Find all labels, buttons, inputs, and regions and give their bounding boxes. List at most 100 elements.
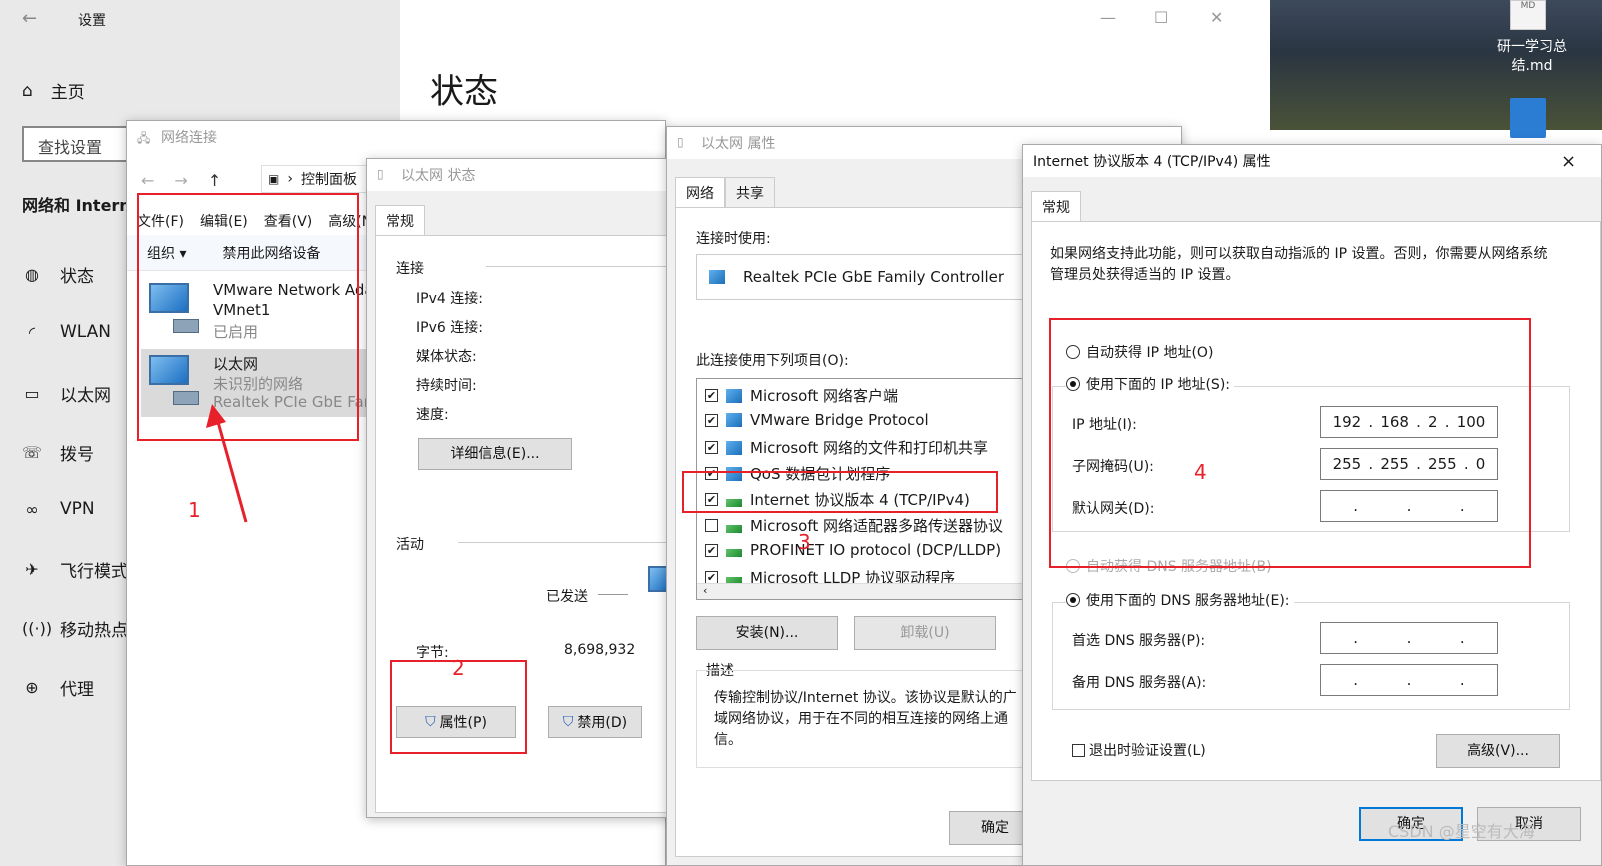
- watermark: CSDN @星空有大海: [1388, 822, 1535, 841]
- sent-label: 已发送: [546, 589, 588, 605]
- ethernet-icon: ▯: [377, 167, 384, 181]
- tab-general[interactable]: 常规: [375, 205, 425, 236]
- preferred-dns-field[interactable]: ...: [1320, 622, 1498, 654]
- checkbox[interactable]: ✔: [705, 441, 718, 454]
- window-title: 以太网 属性: [701, 136, 776, 152]
- tab-network[interactable]: 网络: [675, 177, 725, 208]
- details-button[interactable]: 详细信息(E)...: [418, 438, 572, 470]
- nav-label: 飞行模式: [60, 562, 128, 582]
- section-title: 网络和 Intern: [22, 196, 131, 215]
- bytes-label: 字节:: [416, 645, 449, 661]
- manual-dns-radio[interactable]: 使用下面的 DNS 服务器地址(E):: [1066, 590, 1294, 610]
- scroll-left-icon[interactable]: ‹: [703, 584, 707, 597]
- breadcrumb[interactable]: ▣ › 控制面板: [261, 165, 381, 193]
- maximize-icon[interactable]: ☐: [1154, 8, 1168, 27]
- activity-section-label: 活动: [396, 537, 424, 553]
- control-panel-icon: ▣: [268, 172, 280, 186]
- duration-label: 持续时间:: [416, 378, 477, 394]
- list-item[interactable]: ✔ PROFINET IO protocol (DCP/LLDP): [705, 541, 1001, 559]
- checkbox[interactable]: [705, 519, 718, 532]
- tab-general[interactable]: 常规: [1031, 191, 1081, 222]
- radio-label: 使用下面的 DNS 服务器地址(E):: [1086, 593, 1290, 609]
- home-icon: ⌂: [22, 80, 33, 101]
- close-icon[interactable]: ×: [1561, 151, 1576, 172]
- tab-sharing[interactable]: 共享: [725, 177, 775, 208]
- client-icon: [726, 388, 742, 403]
- annotation-label-2: 2: [452, 656, 465, 680]
- protocol-icon: [726, 549, 742, 557]
- settings-title: 设置: [78, 13, 106, 29]
- radio[interactable]: [1066, 593, 1080, 607]
- nav-wlan[interactable]: ◜ WLAN: [22, 322, 111, 342]
- alternate-dns-field[interactable]: ...: [1320, 664, 1498, 696]
- nav-ethernet[interactable]: ▭ 以太网: [22, 381, 111, 406]
- back-icon[interactable]: ←: [141, 171, 154, 190]
- chevron-right-icon: ›: [287, 171, 293, 187]
- airplane-icon: ✈: [25, 560, 39, 579]
- uninstall-button[interactable]: 卸载(U): [854, 616, 996, 650]
- nav-status[interactable]: ◍ 状态: [22, 262, 94, 287]
- advanced-button[interactable]: 高级(V)...: [1436, 734, 1560, 768]
- nav-vpn[interactable]: ∞ VPN: [22, 499, 95, 519]
- disable-button[interactable]: ⛉ 禁用(D): [548, 706, 642, 738]
- ipv4-conn-label: IPv4 连接:: [416, 291, 483, 307]
- tab-strip: 网络 共享: [675, 177, 775, 208]
- shield-icon: ⛉: [562, 714, 574, 730]
- nav-label: 拨号: [60, 445, 94, 465]
- checkbox[interactable]: ✔: [705, 413, 718, 427]
- connect-using-label: 连接时使用:: [696, 231, 771, 247]
- ipv6-conn-label: IPv6 连接:: [416, 320, 483, 336]
- ethernet-icon: ▭: [24, 384, 40, 403]
- bytes-sent-value: 8,698,932: [564, 642, 636, 658]
- dialup-icon: ☏: [22, 443, 43, 462]
- breadcrumb-item[interactable]: 控制面板: [301, 169, 357, 189]
- button-label: 禁用(D): [577, 715, 628, 731]
- hotspot-icon: ((·)): [22, 619, 53, 638]
- annotation-label-1: 1: [188, 498, 201, 522]
- item-label: VMware Bridge Protocol: [750, 411, 929, 429]
- nav-label: WLAN: [60, 322, 112, 342]
- forward-icon[interactable]: →: [174, 171, 187, 190]
- item-label: Microsoft 网络的文件和打印机共享: [750, 439, 989, 457]
- checkbox-label: 退出时验证设置(L): [1089, 743, 1206, 759]
- list-item[interactable]: ✔ Microsoft 网络的文件和打印机共享: [705, 437, 988, 458]
- nav-label: 代理: [60, 680, 94, 700]
- back-arrow-icon[interactable]: ←: [22, 8, 37, 29]
- document-icon[interactable]: [1510, 98, 1546, 138]
- nav-proxy[interactable]: ⊕ 代理: [22, 675, 94, 700]
- nav-label: VPN: [60, 499, 95, 519]
- checkbox[interactable]: [1072, 743, 1085, 757]
- nav-hotspot[interactable]: ((·)) 移动热点: [22, 616, 128, 641]
- checkbox[interactable]: ✔: [705, 543, 718, 557]
- checkbox[interactable]: ✔: [705, 389, 718, 402]
- nav-home[interactable]: ⌂ 主页: [22, 78, 85, 104]
- tab-label: 常规: [375, 205, 425, 236]
- markdown-file-icon[interactable]: MD: [1510, 0, 1546, 30]
- nav-label: 移动热点: [60, 621, 128, 641]
- item-label: Microsoft 网络客户端: [750, 387, 899, 405]
- nav-airplane[interactable]: ✈ 飞行模式: [22, 557, 128, 582]
- search-settings-input[interactable]: 查找设置: [22, 126, 142, 162]
- window-title: 以太网 状态: [401, 168, 476, 184]
- description-text: 传输控制协议/Internet 协议。该协议是默认的广域网络协议，用于在不同的相…: [714, 690, 1017, 748]
- intro-text: 如果网络支持此功能，则可以获取自动指派的 IP 设置。否则，你需要从网络系统管理…: [1050, 246, 1548, 283]
- nav-home-label: 主页: [50, 83, 85, 103]
- list-item[interactable]: ✔ VMware Bridge Protocol: [705, 411, 929, 429]
- nav-arrows: ← → ↑: [141, 171, 221, 190]
- divider: [486, 266, 676, 267]
- titlebar: 🖧 网络连接: [127, 121, 665, 153]
- validate-checkbox[interactable]: 退出时验证设置(L): [1072, 740, 1206, 760]
- nav-label: 状态: [60, 267, 94, 287]
- install-button[interactable]: 安装(N)...: [696, 616, 838, 650]
- minimize-icon[interactable]: —: [1100, 8, 1116, 27]
- desktop-file-label[interactable]: 研一学习总结.md: [1488, 38, 1576, 76]
- up-icon[interactable]: ↑: [208, 171, 221, 190]
- nav-dialup[interactable]: ☏ 拨号: [22, 440, 94, 465]
- close-icon[interactable]: ✕: [1210, 8, 1223, 27]
- items-label: 此连接使用下列项目(O):: [696, 353, 849, 369]
- service-icon: [726, 440, 742, 455]
- adapter-name: Realtek PCIe GbE Family Controller: [743, 268, 1005, 286]
- list-item[interactable]: Microsoft 网络适配器多路传送器协议: [705, 515, 1003, 536]
- list-item[interactable]: ✔ Microsoft 网络客户端: [705, 385, 898, 406]
- ethernet-icon: ▯: [677, 135, 684, 149]
